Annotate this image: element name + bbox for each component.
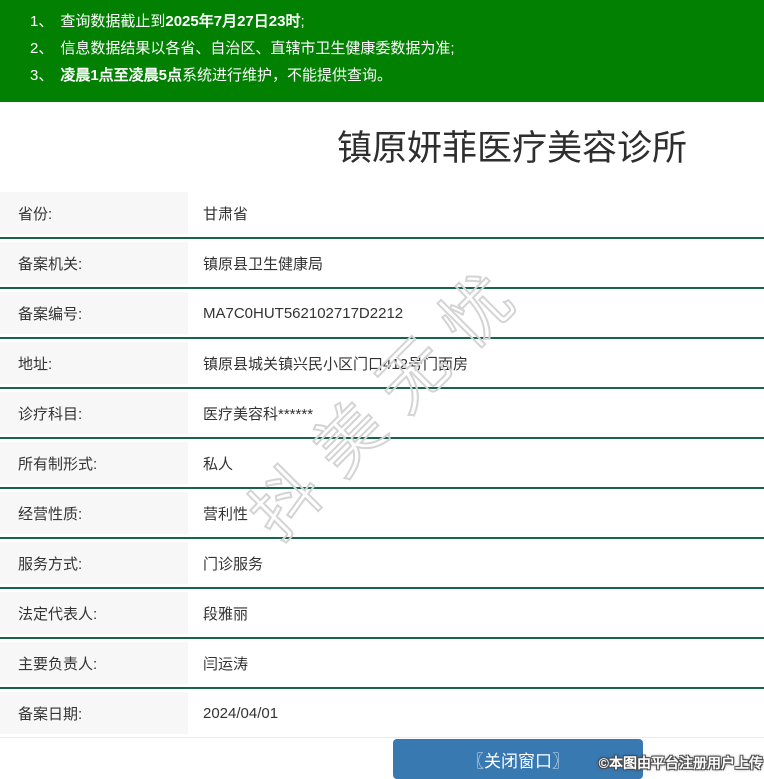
notice-text: 查询数据截止到 <box>60 13 166 30</box>
row-label: 省份: <box>0 189 188 237</box>
notice-line-1: 1、 查询数据截止到2025年7月27日23时; <box>30 8 754 35</box>
row-value: 医疗美容科****** <box>203 405 314 423</box>
table-row-main-person-in-charge: 主要负责人: 闫运涛 <box>0 639 764 689</box>
table-row-service-mode: 服务方式: 门诊服务 <box>0 539 764 589</box>
row-value: 镇原县城关镇兴民小区门口412号门面房 <box>203 355 469 373</box>
notice-text: 信息数据结果以各省、自治区、直辖市卫生健康委数据为准; <box>60 40 455 57</box>
row-label: 诊疗科目: <box>0 389 188 437</box>
row-value: 2024/04/01 <box>203 704 279 722</box>
table-row-ownership-form: 所有制形式: 私人 <box>0 439 764 489</box>
row-label: 服务方式: <box>0 539 188 587</box>
notice-number: 1、 <box>30 13 54 30</box>
title-area: 镇原妍菲医疗美容诊所 <box>0 102 764 189</box>
page-title: 镇原妍菲医疗美容诊所 <box>336 129 687 168</box>
notice-bar: 1、 查询数据截止到2025年7月27日23时; 2、 信息数据结果以各省、自治区、… <box>0 0 764 102</box>
notice-text-bold: 凌晨1点至凌晨5点 <box>60 67 183 84</box>
row-label: 主要负责人: <box>0 639 188 687</box>
row-label: 所有制形式: <box>0 439 188 487</box>
row-value: 门诊服务 <box>203 555 264 573</box>
table-row-legal-representative: 法定代表人: 段雅丽 <box>0 589 764 639</box>
notice-text: 系统进行维护，不能提供查询。 <box>182 67 393 84</box>
row-value: 段雅丽 <box>203 605 249 623</box>
table-row-filing-date: 备案日期: 2024/04/01 <box>0 689 764 738</box>
uploader-copyright-stamp: ©本图由平台注册用户上传 <box>598 755 763 771</box>
table-row-business-nature: 经营性质: 营利性 <box>0 489 764 539</box>
notice-number: 2、 <box>30 40 54 57</box>
notice-text: ; <box>300 13 305 30</box>
row-label: 备案机关: <box>0 239 188 287</box>
table-row-filing-authority: 备案机关: 镇原县卫生健康局 <box>0 239 764 289</box>
row-value: MA7C0HUT562102717D2212 <box>203 304 404 322</box>
row-value: 私人 <box>203 455 234 473</box>
row-label: 备案编号: <box>0 289 188 337</box>
notice-line-2: 2、 信息数据结果以各省、自治区、直辖市卫生健康委数据为准; <box>30 35 754 62</box>
row-label: 地址: <box>0 339 188 387</box>
row-label: 备案日期: <box>0 689 188 737</box>
table-row-medical-subjects: 诊疗科目: 医疗美容科****** <box>0 389 764 439</box>
table-row-filing-number: 备案编号: MA7C0HUT562102717D2212 <box>0 289 764 339</box>
table-row-province: 省份: 甘肃省 <box>0 189 764 239</box>
row-value: 闫运涛 <box>203 655 249 673</box>
notice-line-3: 3、 凌晨1点至凌晨5点系统进行维护，不能提供查询。 <box>30 62 754 89</box>
table-row-address: 地址: 镇原县城关镇兴民小区门口412号门面房 <box>0 339 764 389</box>
row-value: 镇原县卫生健康局 <box>203 255 324 273</box>
row-value: 甘肃省 <box>203 205 249 223</box>
notice-number: 3、 <box>30 67 54 84</box>
row-value: 营利性 <box>203 505 249 523</box>
row-label: 法定代表人: <box>0 589 188 637</box>
row-label: 经营性质: <box>0 489 188 537</box>
notice-text-bold: 2025年7月27日23时 <box>165 13 301 30</box>
info-table: 省份: 甘肃省 备案机关: 镇原县卫生健康局 备案编号: MA7C0HUT562… <box>0 189 764 738</box>
